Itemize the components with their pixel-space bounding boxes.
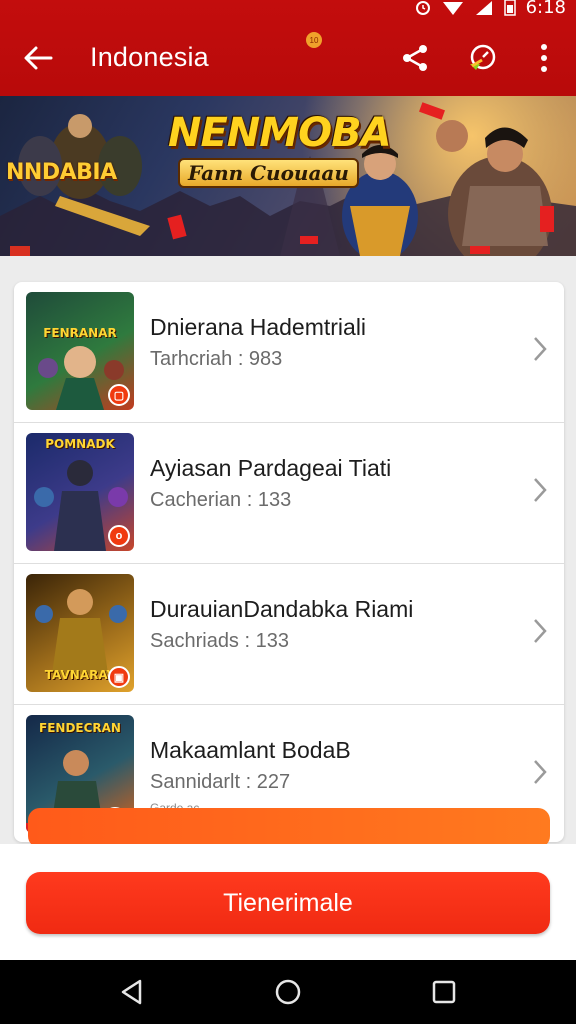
banner-title: NENMOBA [168, 110, 392, 156]
game-thumbnail: FENRANAR ▢ [26, 292, 134, 410]
app-bar: 6:18 Indonesia 10 [0, 0, 576, 96]
refresh-icon [470, 44, 496, 70]
banner-logo: NNDABIA [6, 160, 117, 185]
item-meta: Sachriads : 133 [150, 630, 289, 652]
nav-back-icon [121, 979, 142, 1005]
game-thumbnail: POMNADK o [26, 433, 134, 551]
share-icon [403, 45, 427, 71]
nav-home-button[interactable] [272, 976, 304, 1008]
signal-icon [474, 0, 494, 22]
item-title: Ayiasan Pardagеai Tiati [150, 455, 392, 481]
game-list: FENRANAR ▢ Dnierana Hademtriali Tarhcria… [14, 282, 564, 842]
banner-subtitle: Fann Cuouaau [178, 158, 359, 188]
nav-recents-icon [432, 980, 456, 1004]
nav-recents-button[interactable] [428, 976, 460, 1008]
app-badge-icon: ▣ [108, 666, 130, 688]
app-badge-icon: ▢ [108, 384, 130, 406]
item-meta: Cacherian : 133 [150, 489, 292, 511]
refresh-button[interactable] [462, 38, 502, 78]
game-thumbnail: TAVNARAY ▣ [26, 574, 134, 692]
battery-icon [503, 0, 516, 22]
list-item[interactable]: TAVNARAY ▣ DurauianDandabka Riami Sachri… [14, 564, 564, 705]
chevron-right-icon [530, 334, 550, 364]
chevron-right-icon [530, 757, 550, 787]
wifi-icon [442, 0, 464, 22]
nav-home-icon [275, 979, 301, 1005]
chevron-right-icon [530, 616, 550, 646]
share-button[interactable] [395, 38, 435, 78]
nav-back-button[interactable] [116, 976, 148, 1008]
item-title: DurauianDandabka Riami [150, 596, 414, 622]
promo-strip[interactable] [28, 808, 550, 848]
notification-badge: 10 [306, 32, 322, 48]
system-nav-bar [0, 960, 576, 1024]
more-vert-icon [541, 44, 547, 72]
chevron-right-icon [530, 475, 550, 505]
back-button[interactable] [18, 38, 58, 78]
app-badge-icon: o [108, 525, 130, 547]
item-title: Dnierana Hademtriali [150, 314, 367, 340]
list-item[interactable]: FENRANAR ▢ Dnierana Hademtriali Tarhcria… [14, 282, 564, 423]
primary-action-button[interactable]: Tienerimale [26, 872, 550, 934]
list-item[interactable]: POMNADK o Ayiasan Pardagеai Tiati Cacher… [14, 423, 564, 564]
status-time: 6:18 [525, 0, 566, 18]
status-bar: 6:18 [414, 0, 566, 20]
more-options-button[interactable] [524, 38, 564, 78]
item-meta: Tarhcriah : 983 [150, 348, 283, 370]
arrow-left-icon [24, 46, 53, 70]
alarm-icon [414, 0, 432, 22]
hero-banner[interactable]: NNDABIA NENMOBA Fann Cuouaau [0, 96, 576, 256]
bottom-action-panel: Tienerimale [0, 844, 576, 960]
page-title: Indonesia [90, 42, 209, 72]
item-meta: Sannidarlt : 227 [150, 771, 291, 793]
item-title: Makaamlant BodaB [150, 737, 351, 763]
